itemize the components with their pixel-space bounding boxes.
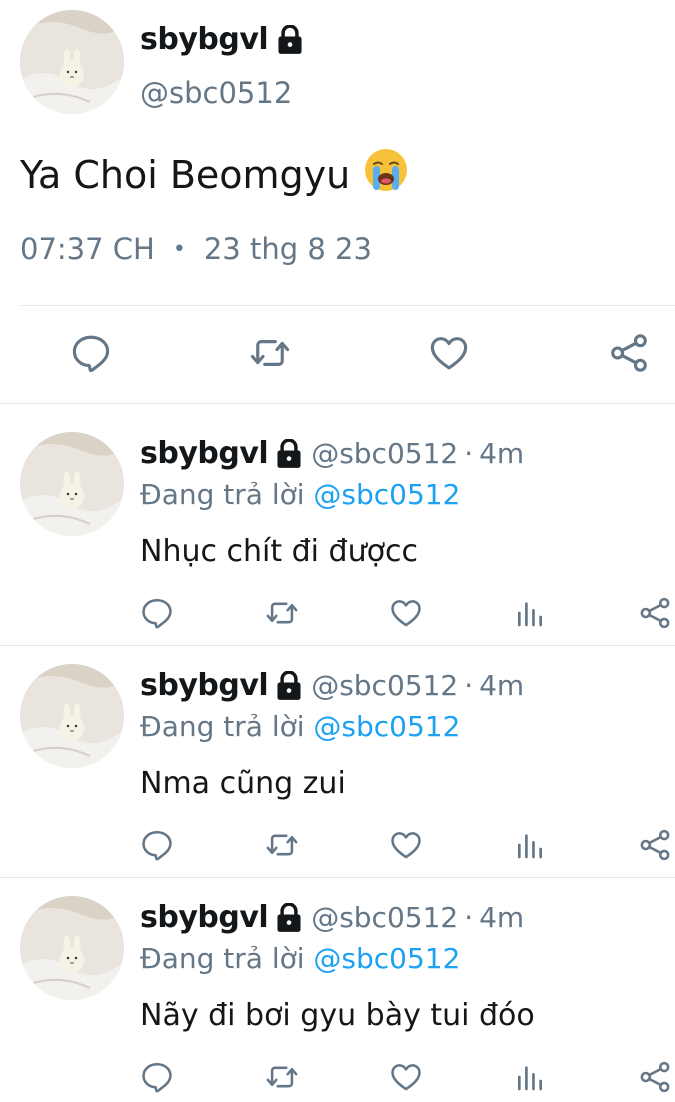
- analytics-icon[interactable]: [514, 828, 546, 862]
- avatar[interactable]: [20, 432, 124, 536]
- analytics-icon[interactable]: [514, 1060, 546, 1094]
- reply-text: Nhục chít đi đượcc: [140, 534, 418, 569]
- retweet-icon[interactable]: [264, 1060, 300, 1094]
- replying-prefix: Đang trả lời: [140, 710, 314, 743]
- replying-prefix: Đang trả lời: [140, 478, 314, 511]
- reply-tweet[interactable]: sbybgvl @sbc0512 · 4m Đang trả lời @sbc0…: [0, 878, 675, 1102]
- reply-icon[interactable]: [140, 828, 174, 862]
- lock-icon: [275, 439, 303, 469]
- share-icon[interactable]: [608, 332, 650, 374]
- meta-separator: ·: [464, 669, 474, 702]
- tweet-time: 07:37 CH: [20, 232, 155, 266]
- like-icon[interactable]: [389, 596, 423, 630]
- divider: [0, 403, 675, 404]
- avatar[interactable]: [20, 896, 124, 1000]
- reply-tweet[interactable]: sbybgvl @sbc0512 · 4m Đang trả lời @sbc0…: [0, 646, 675, 878]
- lock-icon: [276, 25, 304, 55]
- share-icon[interactable]: [638, 1060, 672, 1094]
- display-name[interactable]: sbybgvl: [140, 22, 269, 57]
- tweet-meta: 07:37 CH • 23 thg 8 23: [20, 232, 372, 266]
- reply-tweet[interactable]: sbybgvl @sbc0512 · 4m Đang trả lời @sbc0…: [0, 414, 675, 646]
- loudly-crying-emoji: [362, 146, 410, 203]
- reply-header: sbybgvl @sbc0512 · 4m: [140, 900, 524, 935]
- reply-time: 4m: [479, 437, 525, 470]
- display-name[interactable]: sbybgvl: [140, 436, 269, 471]
- tweet-body: Ya Choi Beomgyu: [20, 152, 351, 197]
- reply-time: 4m: [479, 669, 525, 702]
- meta-separator: •: [172, 236, 186, 262]
- mention-link[interactable]: @sbc0512: [313, 710, 460, 743]
- main-action-bar: [0, 320, 675, 386]
- like-icon[interactable]: [389, 828, 423, 862]
- divider: [20, 305, 675, 306]
- replying-prefix: Đang trả lời: [140, 942, 314, 975]
- replying-to: Đang trả lời @sbc0512: [140, 478, 460, 511]
- reply-header: sbybgvl @sbc0512 · 4m: [140, 668, 524, 703]
- mention-link[interactable]: @sbc0512: [313, 942, 460, 975]
- reply-time: 4m: [479, 901, 525, 934]
- meta-separator: ·: [464, 437, 474, 470]
- retweet-icon[interactable]: [264, 828, 300, 862]
- display-name[interactable]: sbybgvl: [140, 900, 269, 935]
- replying-to: Đang trả lời @sbc0512: [140, 942, 460, 975]
- handle[interactable]: @sbc0512: [311, 437, 458, 470]
- lock-icon: [275, 671, 303, 701]
- reply-text: Nma cũng zui: [140, 766, 346, 801]
- reply-icon[interactable]: [140, 1060, 174, 1094]
- replying-to: Đang trả lời @sbc0512: [140, 710, 460, 743]
- reply-text: Nãy đi bơi gyu bày tui đóo: [140, 998, 535, 1033]
- reply-icon[interactable]: [140, 596, 174, 630]
- handle[interactable]: @sbc0512: [311, 901, 458, 934]
- handle[interactable]: @sbc0512: [311, 669, 458, 702]
- meta-separator: ·: [464, 901, 474, 934]
- like-icon[interactable]: [428, 332, 470, 374]
- author-name-row: sbybgvl: [140, 22, 304, 57]
- share-icon[interactable]: [638, 828, 672, 862]
- display-name[interactable]: sbybgvl: [140, 668, 269, 703]
- retweet-icon[interactable]: [264, 596, 300, 630]
- analytics-icon[interactable]: [514, 596, 546, 630]
- share-icon[interactable]: [638, 596, 672, 630]
- reply-icon[interactable]: [70, 332, 112, 374]
- like-icon[interactable]: [389, 1060, 423, 1094]
- tweet-text: Ya Choi Beomgyu: [20, 146, 410, 203]
- avatar[interactable]: [20, 10, 124, 114]
- tweet-date: 23 thg 8 23: [203, 232, 372, 266]
- retweet-icon[interactable]: [248, 332, 292, 374]
- handle[interactable]: @sbc0512: [140, 76, 292, 110]
- mention-link[interactable]: @sbc0512: [313, 478, 460, 511]
- lock-icon: [275, 903, 303, 933]
- reply-header: sbybgvl @sbc0512 · 4m: [140, 436, 524, 471]
- avatar[interactable]: [20, 664, 124, 768]
